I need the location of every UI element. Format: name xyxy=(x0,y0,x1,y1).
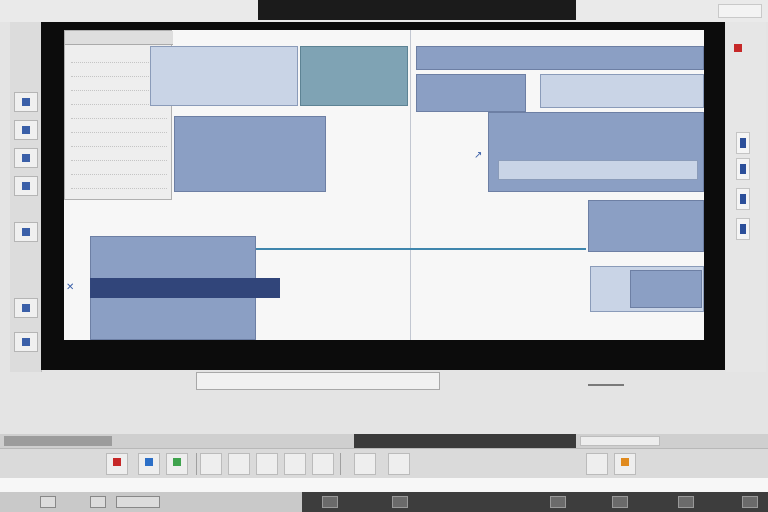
panel-icon xyxy=(740,164,746,174)
taskbar xyxy=(0,448,768,478)
taskbar-button[interactable] xyxy=(256,453,278,475)
footer-bar xyxy=(0,492,768,512)
zoom-field[interactable] xyxy=(580,436,660,446)
separator xyxy=(340,453,341,475)
property-row[interactable] xyxy=(71,137,167,147)
diagram-block[interactable] xyxy=(416,46,704,70)
footer-button[interactable] xyxy=(116,496,160,508)
panel-button[interactable] xyxy=(736,188,750,210)
arrow-icon[interactable]: ✕ xyxy=(66,282,74,293)
footer-button[interactable] xyxy=(90,496,106,508)
diagram-block[interactable] xyxy=(150,46,298,106)
footer-button[interactable] xyxy=(742,496,758,508)
status-left xyxy=(4,436,112,446)
connector-line[interactable] xyxy=(256,248,586,250)
settings-icon xyxy=(145,458,153,466)
info-row xyxy=(0,478,768,492)
tool-icon xyxy=(22,126,30,134)
panel-button[interactable] xyxy=(736,218,750,240)
tool-button[interactable] xyxy=(14,148,38,168)
property-row[interactable] xyxy=(71,123,167,133)
close-icon[interactable] xyxy=(734,44,742,52)
taskbar-button[interactable] xyxy=(200,453,222,475)
arrow-icon[interactable]: ↗ xyxy=(474,150,482,161)
chart-icon xyxy=(173,458,181,466)
tool-button[interactable] xyxy=(14,222,38,242)
diagram-block[interactable] xyxy=(174,116,326,192)
tool-icon xyxy=(22,228,30,236)
taskbar-button[interactable] xyxy=(284,453,306,475)
tool-icon xyxy=(22,98,30,106)
window-controls[interactable] xyxy=(718,4,762,18)
scale-indicator xyxy=(588,374,624,386)
tool-button[interactable] xyxy=(14,298,38,318)
property-row[interactable] xyxy=(71,179,167,189)
panel-button[interactable] xyxy=(736,158,750,180)
canvas-divider xyxy=(410,30,411,340)
tool-icon xyxy=(22,182,30,190)
properties-tab-bar[interactable] xyxy=(65,31,173,45)
taskbar-button[interactable] xyxy=(354,453,376,475)
title-bar xyxy=(0,0,768,22)
canvas-caption xyxy=(196,372,440,390)
footer-button[interactable] xyxy=(550,496,566,508)
footer-button[interactable] xyxy=(392,496,408,508)
taskbar-button[interactable] xyxy=(138,453,160,475)
taskbar-button[interactable] xyxy=(614,453,636,475)
panel-icon xyxy=(740,194,746,204)
diagram-block[interactable] xyxy=(300,46,408,106)
panel-icon xyxy=(740,138,746,148)
right-toolbar xyxy=(726,22,766,372)
property-row[interactable] xyxy=(71,109,167,119)
taskbar-button[interactable] xyxy=(166,453,188,475)
footer-button[interactable] xyxy=(322,496,338,508)
diagram-canvas[interactable]: ✕ ↗ xyxy=(64,30,704,340)
footer-button[interactable] xyxy=(678,496,694,508)
separator xyxy=(196,453,197,475)
status-center xyxy=(354,434,576,448)
taskbar-button[interactable] xyxy=(586,453,608,475)
diagram-block[interactable] xyxy=(540,74,704,108)
diagram-block[interactable] xyxy=(416,74,526,112)
footer-button[interactable] xyxy=(612,496,628,508)
footer-dark-panel xyxy=(302,492,768,512)
taskbar-button[interactable] xyxy=(228,453,250,475)
title-banner xyxy=(258,0,576,20)
tool-icon xyxy=(22,338,30,346)
taskbar-button[interactable] xyxy=(106,453,128,475)
tool-button[interactable] xyxy=(14,176,38,196)
left-toolbar xyxy=(10,22,42,372)
diagram-block[interactable] xyxy=(588,200,704,252)
tool-button[interactable] xyxy=(14,120,38,140)
diagram-block[interactable] xyxy=(488,112,704,192)
status-bar xyxy=(0,434,768,448)
tool-icon xyxy=(22,304,30,312)
tool-icon xyxy=(22,154,30,162)
app-title xyxy=(30,4,208,18)
taskbar-button[interactable] xyxy=(312,453,334,475)
panel-icon xyxy=(740,224,746,234)
taskbar-button[interactable] xyxy=(388,453,410,475)
selected-bar[interactable] xyxy=(90,278,280,298)
diagram-block[interactable] xyxy=(630,270,702,308)
tool-button[interactable] xyxy=(14,332,38,352)
panel-button[interactable] xyxy=(736,132,750,154)
footer-button[interactable] xyxy=(40,496,56,508)
chart-icon xyxy=(113,458,121,466)
settings-icon xyxy=(621,458,629,466)
tool-button[interactable] xyxy=(14,92,38,112)
property-row[interactable] xyxy=(71,165,167,175)
diagram-block[interactable] xyxy=(498,160,698,180)
property-row[interactable] xyxy=(71,151,167,161)
